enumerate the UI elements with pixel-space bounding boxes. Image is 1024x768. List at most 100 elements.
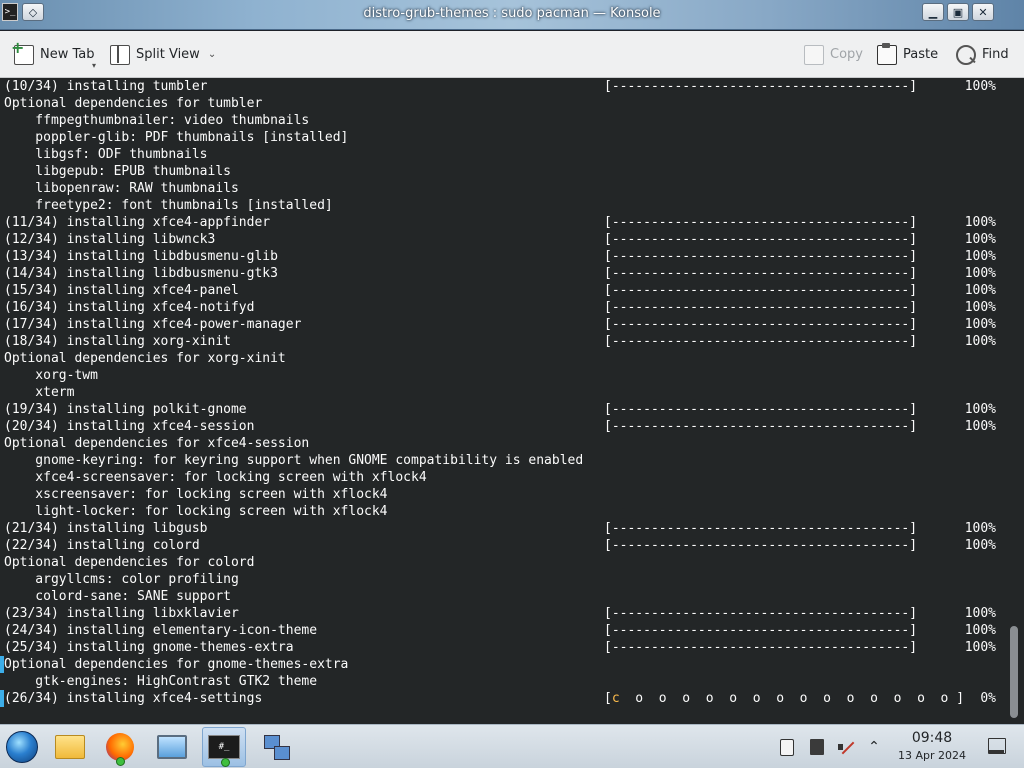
terminal-line-text: xterm [4,385,75,400]
copy-button[interactable]: Copy [804,31,863,78]
terminal-line: xorg-twm [4,367,1009,384]
tray-expand-button[interactable]: ⌃ [864,737,884,757]
terminal-line-text: Optional dependencies for xfce4-session [4,436,310,451]
terminal-line-text: Optional dependencies for gnome-themes-e… [4,657,349,672]
terminal-line: (16/34) installing xfce4-notifyd [-------… [4,299,1009,316]
tray-clipboard[interactable] [777,737,797,757]
terminal-line: (25/34) installing gnome-themes-extra [--… [4,639,1009,656]
progress-bar-text: [--------------------------------------] [604,419,918,434]
terminal-line: gnome-keyring: for keyring support when … [4,452,1009,469]
terminal-line: Optional dependencies for tumbler [4,95,1009,112]
copy-icon [804,44,824,65]
terminal-line: xfce4-screensaver: for locking screen wi… [4,469,1009,486]
progress-bar-text: [--------------------------------------] [604,215,918,230]
terminal-line: freetype2: font thumbnails [installed] [4,197,1009,214]
line-marker [0,656,4,673]
progress-percent: 100% [964,640,996,655]
terminal-line-text: (19/34) installing polkit-gnome [4,402,247,417]
taskbar-konsole[interactable]: #_ [202,727,246,767]
minimize-button[interactable]: ▁ [922,3,944,21]
window-title: distro-grub-themes : sudo pacman — Konso… [363,6,661,21]
progress-percent: 100% [964,419,996,434]
terminal-line-text: light-locker: for locking screen with xf… [4,504,388,519]
terminal-line-text: libgepub: EPUB thumbnails [4,164,231,179]
taskbar-network-app[interactable] [254,727,298,767]
window-titlebar[interactable]: >_ ◇ distro-grub-themes : sudo pacman — … [0,0,1024,30]
terminal-line-text: argyllcms: color profiling [4,572,239,587]
new-tab-icon [11,38,34,65]
start-menu-button[interactable] [2,727,42,767]
tray-volume[interactable] [836,737,856,757]
terminal-line-text: (23/34) installing libxklavier [4,606,239,621]
progress-percent: 100% [964,623,996,638]
network-icon [262,733,290,761]
terminal-line: libgepub: EPUB thumbnails [4,163,1009,180]
monitor-icon [157,735,187,759]
tray-notes[interactable] [807,737,827,757]
terminal-line-text: xorg-twm [4,368,98,383]
chevron-down-icon[interactable]: ▾ [92,61,96,70]
taskbar-file-manager[interactable] [48,727,92,767]
terminal-line: (12/34) installing libwnck3 [------------… [4,231,1009,248]
terminal-line: xscreensaver: for locking screen with xf… [4,486,1009,503]
progress-bar-text: [--------------------------------------] [604,538,918,553]
progress-percent: 100% [964,215,996,230]
progress-bar-text: [--------------------------------------] [604,300,918,315]
terminal-line-text: (18/34) installing xorg-xinit [4,334,231,349]
paste-icon [877,42,897,65]
progress-bar-text: [--------------------------------------] [604,249,918,264]
add-badge-icon [221,758,230,767]
clock-date[interactable]: 13 Apr 2024 [890,749,974,762]
progress-bar-text: [--------------------------------------] [604,317,918,332]
progress-percent: 100% [964,300,996,315]
progress-percent: 100% [964,266,996,281]
terminal-line: (13/34) installing libdbusmenu-glib [----… [4,248,1009,265]
paste-button[interactable]: Paste [877,31,938,78]
konsole-icon: #_ [208,735,240,759]
copy-label: Copy [830,47,863,62]
search-icon [956,44,976,65]
terminal-line-text: gnome-keyring: for keyring support when … [4,453,584,468]
progress-percent: 100% [964,334,996,349]
terminal-line-text: (12/34) installing libwnck3 [4,232,216,247]
konsole-toolbar: New Tab ▾ Split View ⌄ Copy Paste Find [0,31,1024,78]
terminal-line: argyllcms: color profiling [4,571,1009,588]
new-tab-button[interactable]: New Tab ▾ [11,31,96,78]
terminal-line-text: libopenraw: RAW thumbnails [4,181,239,196]
show-desktop-icon[interactable] [988,738,1006,754]
terminal-line: (14/34) installing libdbusmenu-gtk3 [----… [4,265,1009,282]
terminal-line-text: libgsf: ODF thumbnails [4,147,208,162]
taskbar-firefox[interactable] [98,727,142,767]
terminal-line-text: (25/34) installing gnome-themes-extra [4,640,294,655]
split-view-label: Split View [136,47,200,62]
taskbar-system-settings[interactable] [150,727,194,767]
maximize-button[interactable]: ▣ [947,3,969,21]
find-button[interactable]: Find [956,31,1009,78]
clock-time[interactable]: 09:48 [895,730,969,746]
terminal-line: Optional dependencies for xorg-xinit [4,350,1009,367]
pacman-progress-bar: [c o o o o o o o o o o o o o o ] [604,690,964,707]
terminal-line-text: (22/34) installing colord [4,538,200,553]
split-view-button[interactable]: Split View ⌄ [110,31,216,78]
progress-bar-text: [--------------------------------------] [604,521,918,536]
terminal-line: (21/34) installing libgusb [-------------… [4,520,1009,537]
progress-bar-text: [--------------------------------------] [604,266,918,281]
terminal-line: (26/34) installing xfce4-settings [c o o … [0,690,1009,707]
close-button[interactable]: ✕ [972,3,994,21]
pacman-bar-dots: o o o o o o o o o o o o o o ] [619,691,965,706]
terminal-line-text: xfce4-screensaver: for locking screen wi… [4,470,427,485]
progress-bar-text: [--------------------------------------] [604,640,918,655]
progress-bar-text: [--------------------------------------] [604,606,918,621]
clipboard-icon [780,738,794,756]
terminal-line: Optional dependencies for xfce4-session [4,435,1009,452]
terminal-line: (11/34) installing xfce4-appfinder [-----… [4,214,1009,231]
progress-bar-text: [--------------------------------------] [604,402,918,417]
terminal-line: (22/34) installing colord [--------------… [4,537,1009,554]
progress-percent: 100% [964,283,996,298]
terminal-line-text: Optional dependencies for xorg-xinit [4,351,286,366]
terminal-line-text: Optional dependencies for tumbler [4,96,263,111]
terminal-view[interactable]: (10/34) installing tumbler [-------------… [0,78,1024,724]
split-view-icon [110,44,130,65]
terminal-line-text: freetype2: font thumbnails [installed] [4,198,333,213]
terminal-scrollbar[interactable] [1010,626,1018,718]
